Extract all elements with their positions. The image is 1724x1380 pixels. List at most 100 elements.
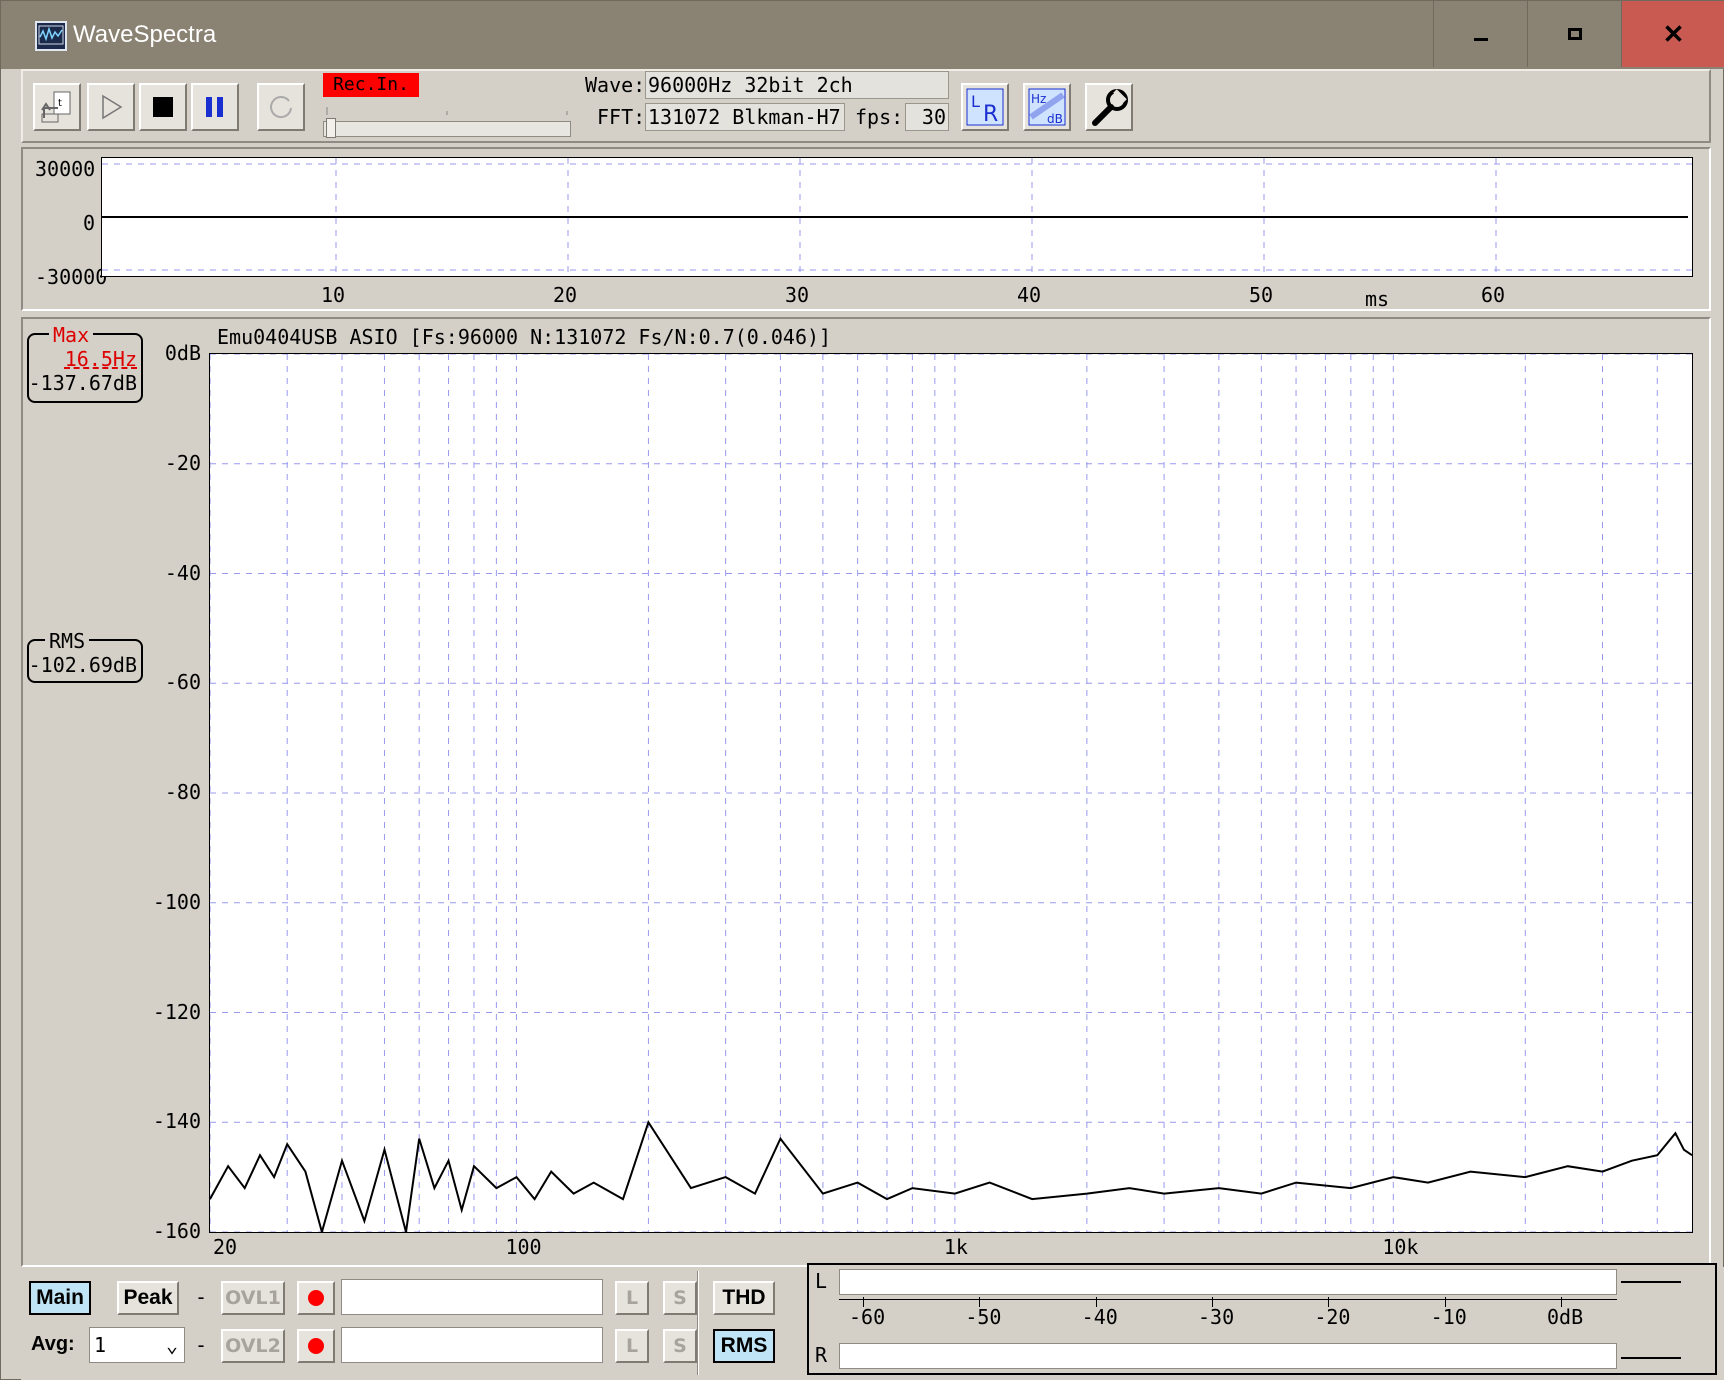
hz-db-button[interactable]: Hz dB — [1023, 83, 1071, 131]
window-title: WaveSpectra — [73, 21, 217, 48]
waveform-panel: 30000 0 -30000 10 20 30 40 50 ms 60 — [21, 147, 1711, 311]
rec-overlay-1-button[interactable] — [297, 1281, 335, 1315]
record-dot-icon — [308, 1338, 324, 1354]
wave-x-tick: 20 — [553, 283, 578, 307]
meter-l-bar — [839, 1269, 1617, 1295]
avg-select[interactable]: 1 ⌄ — [89, 1327, 185, 1363]
play-icon — [102, 94, 123, 120]
input-level-slider[interactable] — [323, 118, 571, 138]
fft-label: FFT: — [597, 105, 646, 129]
fps-label: fps: — [855, 105, 904, 129]
maximize-button[interactable] — [1527, 1, 1621, 67]
max-readout-box: Max 16.5Hz -137.67dB — [27, 323, 143, 403]
overlay-1-load-button[interactable]: L — [615, 1281, 649, 1315]
spectrum-y-tick: -80 — [164, 780, 201, 804]
rms-readout-box: RMS -102.69dB — [27, 629, 143, 683]
settings-button[interactable] — [1085, 83, 1133, 131]
maximize-icon — [1567, 28, 1582, 40]
minimize-button[interactable] — [1433, 1, 1527, 67]
waveform-plot[interactable] — [101, 157, 1693, 277]
title-bar: WaveSpectra ✕ — [1, 1, 1724, 69]
spectrum-y-tick: -60 — [164, 670, 201, 695]
spectrum-y-tick: -100 — [152, 889, 201, 914]
loop-icon — [270, 96, 292, 119]
export-button[interactable]: t — [33, 83, 81, 131]
avg-label: Avg: — [31, 1333, 75, 1355]
max-label: Max — [49, 323, 94, 347]
spectrum-svg — [209, 353, 1693, 1236]
main-button[interactable]: Main — [29, 1281, 91, 1315]
hz-db-icon: HzdB — [1028, 88, 1066, 126]
lr-channel-button[interactable]: LR — [961, 83, 1009, 131]
spectrum-x-tick: 10k — [1382, 1235, 1419, 1259]
overlay-1-save-button[interactable]: S — [663, 1281, 697, 1315]
wave-y-tick-min: -30000 — [35, 265, 108, 289]
max-freq-value: 16.5Hz — [64, 347, 137, 371]
wave-x-tick: 60 — [1481, 283, 1506, 307]
spectrum-y-tick: -20 — [164, 450, 201, 475]
spectrum-panel: Emu0404USB ASIO [Fs:96000 N:131072 Fs/N:… — [21, 317, 1711, 1267]
svg-text:t: t — [58, 98, 62, 109]
lr-channel-icon: LR — [966, 88, 1004, 127]
ovl2-button[interactable]: OVL2 — [221, 1329, 285, 1363]
pause-button[interactable] — [191, 83, 239, 131]
meter-r-bar — [839, 1343, 1617, 1369]
record-dot-icon — [308, 1290, 324, 1306]
rms-label: RMS — [45, 629, 90, 653]
spectrum-plot[interactable] — [209, 353, 1693, 1236]
overlay-2-name-input[interactable] — [341, 1327, 603, 1363]
peak-button[interactable]: Peak — [117, 1281, 179, 1315]
stop-button[interactable] — [139, 83, 187, 131]
wave-format-field: 96000Hz 32bit 2ch — [645, 71, 949, 99]
overlay-2-save-button[interactable]: S — [663, 1329, 697, 1363]
dash-2: - — [195, 1333, 208, 1357]
thd-button[interactable]: THD — [713, 1281, 775, 1315]
spectrum-y-tick: -120 — [152, 999, 201, 1024]
meter-r-peak — [1621, 1357, 1681, 1359]
chevron-down-icon: ⌄ — [165, 1333, 178, 1357]
close-button[interactable]: ✕ — [1621, 1, 1724, 67]
wave-x-tick: 50 — [1249, 283, 1274, 307]
wave-label: Wave: — [585, 73, 646, 97]
wave-x-tick: 10 — [321, 283, 346, 307]
spectrum-x-tick: 20 — [213, 1235, 238, 1259]
spectrum-y-tick: -40 — [164, 560, 201, 585]
ovl1-button[interactable]: OVL1 — [221, 1281, 285, 1315]
play-button[interactable] — [87, 83, 135, 131]
meter-r-label: R — [815, 1343, 828, 1367]
spectrum-y-tick: -160 — [152, 1219, 201, 1243]
stop-icon — [153, 97, 173, 117]
svg-text:L: L — [971, 92, 980, 111]
meter-tick: -20 — [1314, 1305, 1351, 1329]
svg-text:dB: dB — [1047, 112, 1063, 126]
toolbar: t Rec.In. Wave: 96000Hz 32bit 2ch FFT: 1… — [21, 69, 1711, 143]
meter-l-peak — [1621, 1281, 1681, 1283]
spectrum-header: Emu0404USB ASIO [Fs:96000 N:131072 Fs/N:… — [217, 325, 832, 349]
slider-thumb[interactable] — [326, 118, 336, 138]
spectrum-x-tick: 100 — [505, 1235, 542, 1259]
close-icon: ✕ — [1662, 18, 1685, 49]
overlay-2-load-button[interactable]: L — [615, 1329, 649, 1363]
settings-wrench-icon — [1092, 89, 1128, 126]
rec-overlay-2-button[interactable] — [297, 1329, 335, 1363]
level-slider-ticks — [326, 107, 568, 115]
fft-setting-field[interactable]: 131072 Blkman-H7 — [645, 103, 845, 131]
overlay-1-name-input[interactable] — [341, 1279, 603, 1315]
fps-field[interactable]: 30 — [905, 103, 949, 131]
spectrum-x-tick: 1k — [943, 1235, 968, 1259]
app-icon — [35, 21, 67, 51]
meter-tick: -40 — [1081, 1305, 1118, 1329]
meter-tick: -50 — [965, 1305, 1002, 1329]
waveform-svg — [102, 158, 1692, 276]
rms-button[interactable]: RMS — [713, 1329, 775, 1363]
max-db-value: -137.67dB — [28, 371, 137, 395]
spectrum-y-tick: -140 — [152, 1109, 201, 1134]
spectrum-trace — [209, 1120, 1693, 1236]
main-window: WaveSpectra ✕ t Rec.In. Wave: 96000Hz 32… — [0, 0, 1724, 1380]
wave-x-tick: 30 — [785, 283, 810, 307]
avg-value: 1 — [94, 1333, 107, 1357]
minimize-icon — [1473, 37, 1488, 41]
loop-button[interactable] — [257, 83, 305, 131]
wave-x-tick: 40 — [1017, 283, 1042, 307]
wave-x-unit: ms — [1365, 287, 1390, 311]
